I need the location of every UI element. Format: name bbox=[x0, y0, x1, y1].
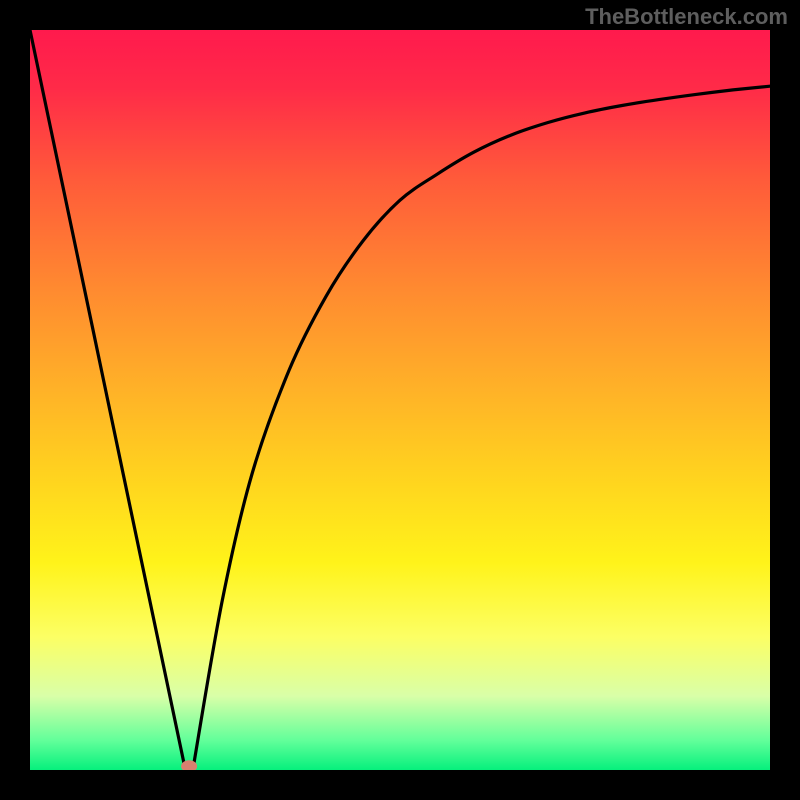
curve-right-branch bbox=[193, 86, 770, 770]
curve-left-branch bbox=[30, 30, 185, 770]
plot-area bbox=[30, 30, 770, 770]
attribution-text: TheBottleneck.com bbox=[585, 4, 788, 30]
bottleneck-curve bbox=[30, 30, 770, 770]
